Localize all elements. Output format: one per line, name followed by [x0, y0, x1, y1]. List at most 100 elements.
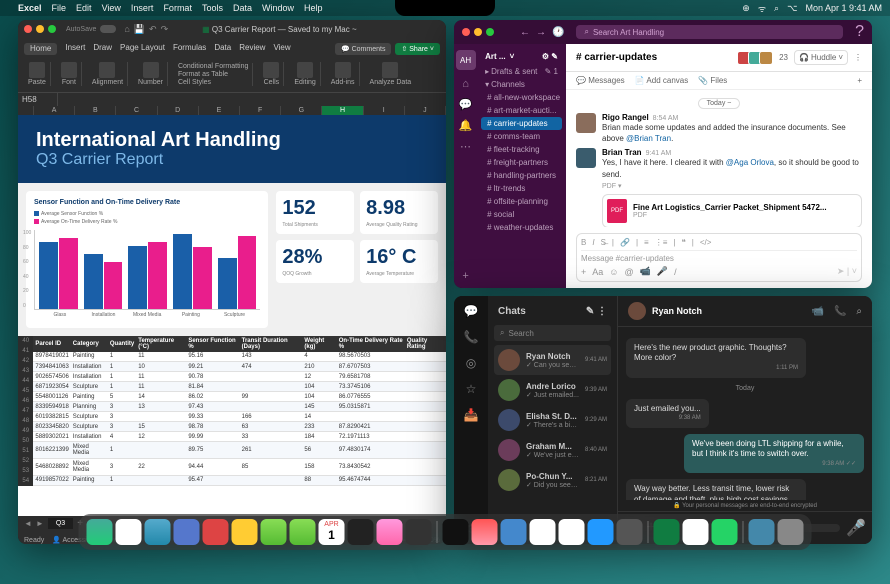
cells-icon[interactable] [263, 62, 279, 78]
nav-forward-icon[interactable]: → [536, 27, 546, 38]
message-composer[interactable]: BIS̶|🔗|≡⋮≡|❝|</> Message #carrier-update… [576, 233, 862, 282]
app-icon[interactable] [501, 519, 527, 545]
menu-view[interactable]: View [102, 3, 121, 13]
mention-icon[interactable]: @ [624, 267, 633, 277]
attach-icon[interactable]: + [581, 267, 586, 277]
save-icon[interactable]: 💾 [134, 24, 145, 35]
new-chat-icon[interactable]: ✎ ⋮ [586, 306, 607, 317]
format-as-table[interactable]: Format as Table [178, 71, 228, 78]
tab-canvas[interactable]: 📄 Add canvas [635, 76, 689, 85]
paste-icon[interactable] [29, 62, 45, 78]
quote-icon[interactable]: ❝ [681, 238, 685, 247]
addins-icon[interactable] [335, 62, 351, 78]
date-divider[interactable]: Today ~ [698, 98, 741, 109]
app-icon[interactable] [530, 519, 556, 545]
video-call-icon[interactable]: 📹 [811, 306, 823, 317]
sheet-nav-next[interactable]: ► [36, 519, 44, 528]
more-icon[interactable]: ⋮ [854, 53, 862, 62]
shortcut-icon[interactable]: / [674, 267, 677, 277]
tab-review[interactable]: Review [239, 43, 265, 55]
channel-weather-updates[interactable]: # weather-updates [481, 221, 562, 234]
app-icon[interactable] [406, 519, 432, 545]
channel-name[interactable]: # carrier-updates [576, 52, 657, 63]
tab-formulas[interactable]: Formulas [173, 43, 206, 55]
archive-icon[interactable]: 📥 [464, 408, 479, 422]
chat-item[interactable]: Andre Lorico✓ Just emailed...9:39 AM [494, 375, 611, 405]
menu-tools[interactable]: Tools [202, 3, 223, 13]
calendar-icon[interactable]: APR1 [319, 519, 345, 545]
autosave-toggle[interactable]: AutoSave [66, 26, 96, 33]
italic-icon[interactable]: I [592, 238, 594, 247]
finder-icon[interactable] [87, 519, 113, 545]
mic-icon[interactable]: 🎤 [657, 266, 668, 277]
sheet-tab[interactable]: Q3 [48, 518, 73, 529]
channel-comms-team[interactable]: # comms-team [481, 130, 562, 143]
menu-window[interactable]: Window [262, 3, 294, 13]
nav-back-icon[interactable]: ← [520, 27, 530, 38]
slack-titlebar[interactable]: ←→🕐 ⌕Search Art Handling ? [454, 20, 872, 44]
share-button[interactable]: ⇧ Share ˅ [395, 43, 440, 55]
cell-styles[interactable]: Cell Styles [178, 79, 211, 86]
menu-edit[interactable]: Edit [76, 3, 92, 13]
autosave-switch[interactable] [100, 25, 116, 33]
tab-draw[interactable]: Draw [93, 43, 112, 55]
add-tab[interactable]: + [857, 76, 862, 85]
workspace-switcher[interactable]: AH [456, 50, 476, 70]
help-icon[interactable]: ? [855, 23, 864, 41]
more-icon[interactable]: ⋯ [460, 140, 471, 153]
chat-item[interactable]: Po-Chun Y...✓ Did you see t...8:21 AM [494, 465, 611, 495]
chat-bubble[interactable]: Way way better. Less transit time, lower… [626, 479, 806, 500]
chat-bubble[interactable]: We've been doing LTL shipping for a whil… [684, 434, 864, 474]
menu-insert[interactable]: Insert [131, 3, 154, 13]
redo-icon[interactable]: ↷ [161, 24, 169, 35]
trash-icon[interactable] [778, 519, 804, 545]
wifi-icon[interactable]: ⊕ [742, 3, 750, 14]
file-attachment[interactable]: PDF Fine Art Logistics_Carrier Packet_Sh… [602, 194, 862, 227]
search-icon[interactable]: ⌕ [856, 306, 862, 317]
downloads-icon[interactable] [749, 519, 775, 545]
maximize-button[interactable] [486, 28, 494, 36]
format-icon[interactable]: Aa [592, 267, 603, 277]
add-icon[interactable]: + [462, 270, 468, 282]
font-icon[interactable] [61, 62, 77, 78]
channel-carrier-updates[interactable]: # carrier-updates [481, 117, 562, 130]
cell-reference[interactable]: H58 [18, 93, 58, 106]
tab-home[interactable]: Home [24, 43, 57, 55]
bold-icon[interactable]: B [581, 238, 586, 247]
messages-icon[interactable] [261, 519, 287, 545]
channels-header[interactable]: ▾ Channels [481, 78, 562, 91]
settings-icon[interactable] [617, 519, 643, 545]
activity-icon[interactable]: 🔔 [459, 119, 473, 132]
avatar[interactable] [628, 302, 646, 320]
maximize-button[interactable] [48, 25, 56, 33]
slack-icon[interactable] [683, 519, 709, 545]
channel-art-market-aucti...[interactable]: # art-market-aucti... [481, 104, 562, 117]
minimize-button[interactable] [36, 25, 44, 33]
music-icon[interactable] [377, 519, 403, 545]
chat-header-name[interactable]: Ryan Notch [652, 306, 702, 316]
tab-insert[interactable]: Insert [65, 43, 85, 55]
message-input[interactable]: Message #carrier-updates [581, 254, 857, 263]
member-avatars[interactable] [740, 51, 773, 65]
chat-item[interactable]: Graham M...✓ We've just ex...8:40 AM [494, 435, 611, 465]
appletv-icon[interactable] [443, 519, 469, 545]
facetime-icon[interactable] [290, 519, 316, 545]
safari-icon[interactable] [116, 519, 142, 545]
send-button[interactable]: ➤ | ˅ [837, 266, 857, 277]
strike-icon[interactable]: S̶ [601, 238, 606, 247]
menu-help[interactable]: Help [304, 3, 323, 13]
slack-search[interactable]: ⌕Search Art Handling [576, 25, 843, 39]
huddle-button[interactable]: 🎧 Huddle ˅ [794, 50, 848, 65]
channel-social[interactable]: # social [481, 208, 562, 221]
link-icon[interactable]: 🔗 [620, 238, 630, 247]
chat-bubble[interactable]: Just emailed you...9:38 AM [626, 399, 709, 428]
search-icon[interactable]: ⌕ [774, 3, 779, 14]
list-icon[interactable]: ≡ [644, 238, 649, 247]
code-icon[interactable]: </> [700, 238, 712, 247]
app-icon[interactable] [203, 519, 229, 545]
tab-page-layout[interactable]: Page Layout [120, 43, 165, 55]
video-icon[interactable]: 📹 [640, 266, 651, 277]
tab-data[interactable]: Data [214, 43, 231, 55]
channel-freight-partners[interactable]: # freight-partners [481, 156, 562, 169]
menu-format[interactable]: Format [163, 3, 192, 13]
